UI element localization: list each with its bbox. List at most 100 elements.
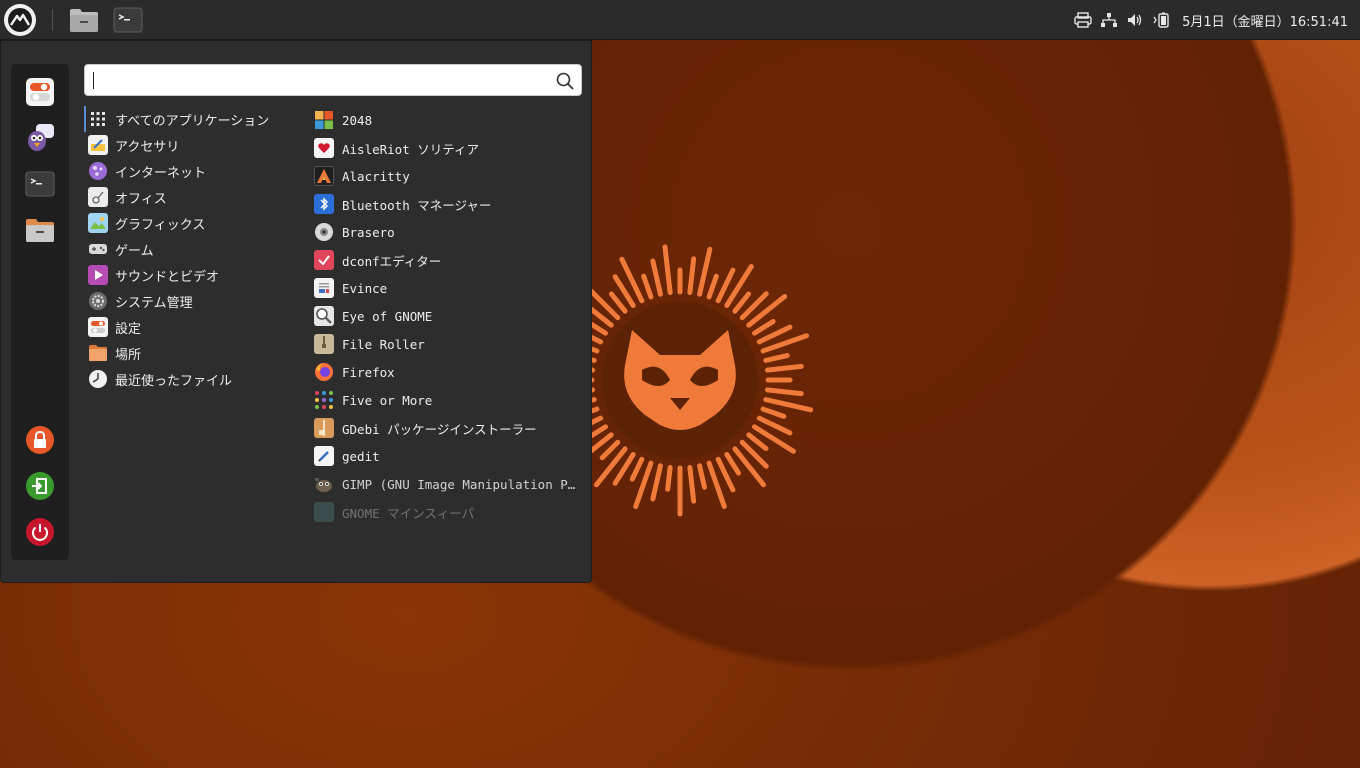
app-aisleriot[interactable]: AisleRiot ソリティア [314,134,584,162]
app-label: File Roller [342,336,425,352]
gdebi-icon [314,418,334,438]
settings-toggle-icon [26,78,54,106]
app-gnome-mines[interactable]: GNOME マインスィーパ [314,498,584,526]
alacritty-icon [314,166,334,186]
log-out-button[interactable] [24,470,56,502]
gedit-icon [314,446,334,466]
terminal-icon [113,7,143,32]
power-icon [26,518,54,546]
app-five-or-more[interactable]: Five or More [314,386,584,414]
app-label: gedit [342,448,380,464]
sunburst-ray [724,452,742,476]
grid-icon [88,109,108,129]
sunburst-ray [706,273,719,300]
app-file-roller[interactable]: File Roller [314,330,584,358]
sunburst-ray [760,406,787,419]
category-accessories[interactable]: アクセサリ [84,132,304,158]
dconf-icon [314,250,334,270]
evince-icon [314,278,334,298]
app-2048[interactable]: 2048 [314,106,584,134]
app-dconf-editor[interactable]: dconfエディター [314,246,584,274]
app-gdebi[interactable]: GDebi パッケージインストーラー [314,414,584,442]
sunburst-ray [746,432,769,452]
app-label: Bluetooth マネージャー [342,197,492,213]
app-label: Five or More [342,392,433,408]
shutdown-button[interactable] [24,516,56,548]
sunburst-ray [662,244,673,296]
terminal-launcher[interactable] [111,4,145,36]
file-manager-launcher[interactable] [67,4,101,36]
aisleriot-icon [314,138,334,158]
category-label: アクセサリ [115,139,180,155]
sunburst-ray [763,397,814,413]
category-label: ゲーム [115,243,154,259]
sunburst-ray [746,293,788,328]
places-icon [88,343,108,363]
category-multimedia[interactable]: サウンドとビデオ [84,262,304,288]
internet-icon [88,161,108,181]
category-system[interactable]: システム管理 [84,288,304,314]
settings-icon [88,317,108,337]
sunburst-ray [599,439,621,461]
terminal-shortcut[interactable] [24,168,56,200]
games-icon [88,239,108,259]
app-label: Eye of GNOME [342,308,433,324]
sunburst-ray [665,464,673,492]
file-manager-shortcut[interactable] [24,214,56,246]
settings-manager-shortcut[interactable] [24,76,56,108]
category-games[interactable]: ゲーム [84,236,304,262]
app-firefox[interactable]: Firefox [314,358,584,386]
app-label: dconfエディター [342,253,442,269]
category-label: サウンドとビデオ [115,269,220,285]
category-graphics[interactable]: グラフィックス [84,210,304,236]
graphics-icon [88,213,108,233]
category-list: すべてのアプリケーション アクセサリ インターネット オフィス グラフィックス [84,106,304,392]
search-input[interactable] [91,69,551,91]
sunburst-ray [752,318,776,336]
printer-icon[interactable] [1074,11,1092,29]
app-label: GNOME マインスィーパ [342,505,475,521]
pidgin-shortcut[interactable] [24,122,56,154]
log-out-icon [26,472,54,500]
lock-screen-button[interactable] [24,424,56,456]
search-icon [556,72,574,90]
xubuntu-logo-icon [4,3,36,36]
app-label: GDebi パッケージインストーラー [342,421,537,437]
category-settings[interactable]: 設定 [84,314,304,340]
app-evince[interactable]: Evince [314,274,584,302]
gimp-icon [314,474,334,494]
pidgin-icon [28,124,54,151]
app-bluetooth-manager[interactable]: Bluetooth マネージャー [314,190,584,218]
category-label: インターネット [115,165,207,181]
whisker-menu: すべてのアプリケーション アクセサリ インターネット オフィス グラフィックス [0,40,592,583]
app-gimp[interactable]: GIMP (GNU Image Manipulation P… [314,470,584,498]
category-label: システム管理 [115,295,193,311]
battery-icon[interactable] [1152,11,1170,29]
sunburst-ray [629,456,645,482]
app-eye-of-gnome[interactable]: Eye of GNOME [314,302,584,330]
category-office[interactable]: オフィス [84,184,304,210]
system-tray: 5月1日（金曜日）16:51:41 [1074,0,1348,40]
app-alacritty[interactable]: Alacritty [314,162,584,190]
category-internet[interactable]: インターネット [84,158,304,184]
category-label: オフィス [115,191,167,207]
recent-files-icon [88,369,108,389]
app-label: 2048 [342,112,373,128]
network-icon[interactable] [1100,11,1118,29]
volume-icon[interactable] [1126,11,1144,29]
app-label: Alacritty [342,168,410,184]
clock[interactable]: 5月1日（金曜日）16:51:41 [1182,11,1348,30]
app-gedit[interactable]: gedit [314,442,584,470]
whisker-menu-button[interactable] [0,0,40,40]
office-icon [88,187,108,207]
category-all-applications[interactable]: すべてのアプリケーション [84,106,304,132]
text-cursor [93,72,94,89]
search-box[interactable] [84,64,582,96]
category-recent-files[interactable]: 最近使ったファイル [84,366,304,392]
accessories-icon [88,135,108,155]
category-places[interactable]: 場所 [84,340,304,366]
sunburst-ray [697,463,707,490]
app-brasero[interactable]: Brasero [314,218,584,246]
sunburst-ray [697,246,713,297]
system-icon [88,291,108,311]
